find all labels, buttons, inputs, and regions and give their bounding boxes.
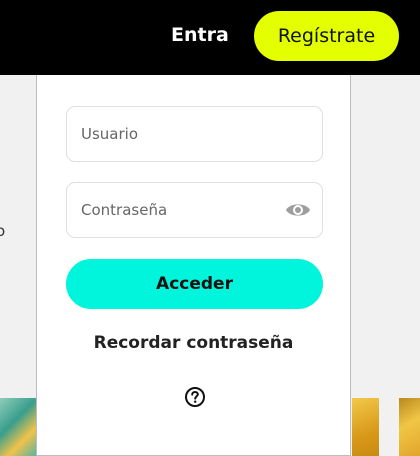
- password-field[interactable]: [66, 182, 323, 238]
- password-input[interactable]: [81, 183, 281, 237]
- eye-icon[interactable]: [285, 199, 311, 221]
- username-input[interactable]: [81, 107, 281, 161]
- username-field[interactable]: [66, 106, 323, 162]
- background-text-fragment: o: [0, 222, 6, 240]
- register-button[interactable]: Regístrate: [254, 11, 399, 61]
- background-thumbnail[interactable]: [399, 398, 420, 456]
- login-link[interactable]: Entra: [171, 23, 229, 47]
- background-thumbnail[interactable]: [352, 398, 379, 456]
- question-circle-icon[interactable]: [184, 386, 206, 408]
- submit-button[interactable]: Acceder: [66, 259, 323, 309]
- background-thumbnail[interactable]: [0, 398, 36, 456]
- top-bar: Entra Regístrate: [0, 0, 420, 75]
- login-dropdown-panel: Acceder Recordar contraseña: [36, 75, 351, 456]
- forgot-password-link[interactable]: Recordar contraseña: [37, 331, 350, 355]
